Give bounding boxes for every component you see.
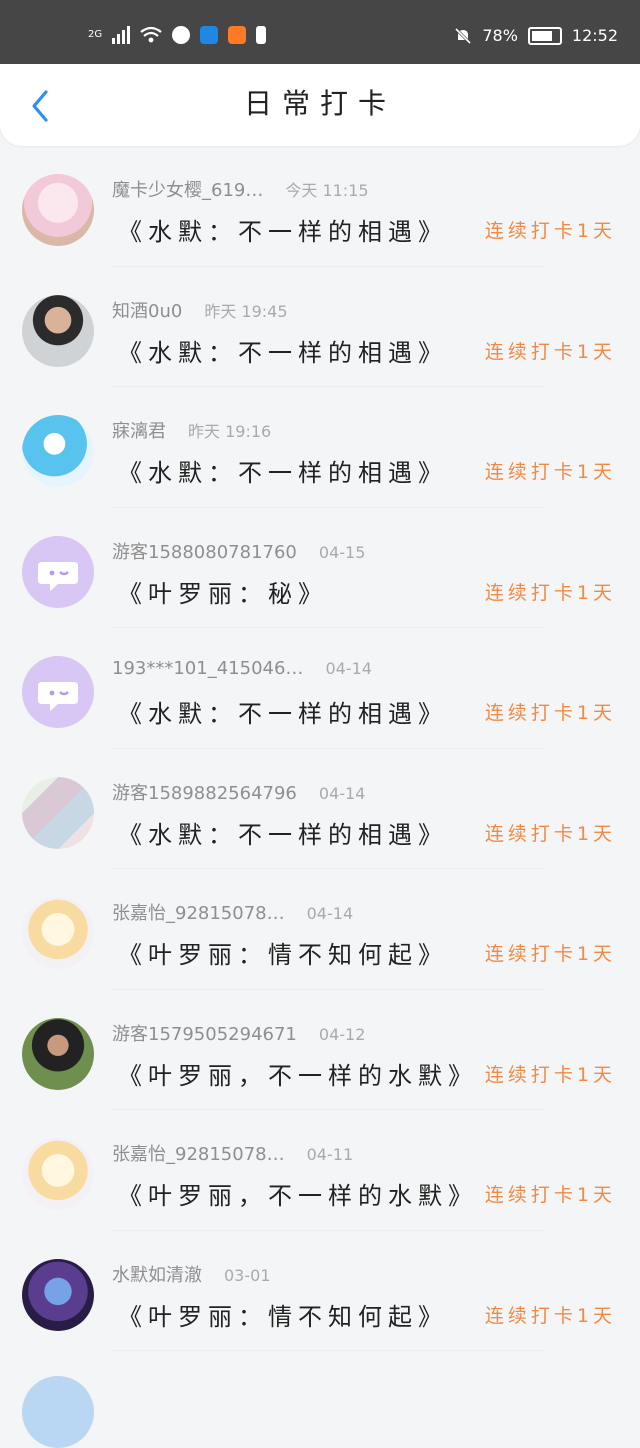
status-right: 78% 12:52 bbox=[454, 26, 618, 45]
header: 日常打卡 bbox=[0, 64, 640, 146]
entry-meta: 张嘉怡_92815078… 04-11 bbox=[112, 1140, 353, 1166]
checkin-list: 魔卡少女樱_619… 今天 11:15 《水默：不一样的相遇》 连续打卡1天 知酒0u0… bbox=[0, 146, 640, 1351]
checkin-time: 04-15 bbox=[318, 542, 366, 562]
list-item[interactable]: 游客1588080781760 04-15 《叶罗丽：秘》 连续打卡1天 bbox=[0, 508, 640, 629]
username[interactable]: 魔卡少女樱_619… bbox=[112, 180, 263, 201]
entry-meta: 魔卡少女樱_619… 今天 11:15 bbox=[112, 176, 369, 202]
network-label: 2G bbox=[88, 29, 103, 40]
avatar[interactable] bbox=[22, 294, 94, 367]
avatar[interactable] bbox=[22, 1017, 94, 1090]
username[interactable]: 水默如清澈 bbox=[112, 1265, 202, 1286]
list-item[interactable]: 游客1589882564796 04-14 《水默：不一样的相遇》 连续打卡1天 bbox=[0, 749, 640, 870]
list-item[interactable]: 魔卡少女樱_619… 今天 11:15 《水默：不一样的相遇》 连续打卡1天 bbox=[0, 146, 640, 267]
book-title[interactable]: 《叶罗丽：情不知何起》 bbox=[118, 1297, 448, 1332]
list-item[interactable]: 知酒0u0 昨天 19:45 《水默：不一样的相遇》 连续打卡1天 bbox=[0, 267, 640, 388]
entry-meta: 张嘉怡_92815078… 04-14 bbox=[112, 899, 353, 925]
username[interactable]: 张嘉怡_92815078… bbox=[112, 1144, 285, 1165]
list-item[interactable]: 张嘉怡_92815078… 04-14 《叶罗丽：情不知何起》 连续打卡1天 bbox=[0, 869, 640, 990]
book-title[interactable]: 《水默：不一样的相遇》 bbox=[118, 333, 448, 368]
checkin-time: 04-14 bbox=[306, 904, 354, 923]
list-item[interactable]: 193***101_415046… 04-14 《水默：不一样的相遇》 连续打卡1天 bbox=[0, 628, 640, 749]
list-item[interactable]: 水默如清澈 03-01 《叶罗丽：情不知何起》 连续打卡1天 bbox=[0, 1231, 640, 1352]
entry-meta: 寐漓君 昨天 19:16 bbox=[112, 417, 271, 443]
streak-badge: 连续打卡1天 bbox=[484, 1184, 616, 1206]
book-title[interactable]: 《叶罗丽：秘》 bbox=[118, 574, 328, 609]
book-title[interactable]: 《水默：不一样的相遇》 bbox=[118, 815, 448, 850]
streak-badge: 连续打卡1天 bbox=[484, 461, 616, 483]
book-title[interactable]: 《叶罗丽：情不知何起》 bbox=[118, 935, 448, 970]
chat-bubble-icon bbox=[38, 561, 78, 591]
username[interactable]: 游客1579505294671 bbox=[112, 1024, 297, 1045]
entry-meta: 游客1579505294671 04-12 bbox=[112, 1020, 365, 1046]
battery-percent: 78% bbox=[482, 26, 518, 45]
avatar[interactable] bbox=[22, 776, 94, 849]
checkin-time: 昨天 19:16 bbox=[188, 422, 272, 441]
avatar[interactable] bbox=[22, 174, 94, 246]
page-title: 日常打卡 bbox=[243, 87, 396, 120]
checkin-time: 04-14 bbox=[318, 783, 366, 803]
streak-badge: 连续打卡1天 bbox=[484, 220, 616, 242]
book-title[interactable]: 《水默：不一样的相遇》 bbox=[118, 212, 448, 247]
checkin-time: 03-01 bbox=[224, 1265, 271, 1285]
app-icon-bottle bbox=[256, 26, 267, 44]
streak-badge: 连续打卡1天 bbox=[484, 822, 616, 845]
clock: 12:52 bbox=[571, 26, 618, 45]
avatar[interactable] bbox=[22, 656, 94, 728]
username[interactable]: 知酒0u0 bbox=[112, 301, 182, 322]
checkin-time: 今天 11:15 bbox=[285, 181, 369, 200]
username[interactable]: 游客1589882564796 bbox=[112, 783, 297, 804]
book-title[interactable]: 《水默：不一样的相遇》 bbox=[118, 453, 448, 488]
entry-meta: 193***101_415046… 04-14 bbox=[112, 658, 372, 679]
book-title[interactable]: 《水默：不一样的相遇》 bbox=[118, 694, 448, 729]
streak-badge: 连续打卡1天 bbox=[484, 1304, 616, 1327]
book-title[interactable]: 《叶罗丽，不一样的水默》 bbox=[118, 1056, 478, 1091]
list-item[interactable]: 游客1579505294671 04-12 《叶罗丽，不一样的水默》 连续打卡1天 bbox=[0, 990, 640, 1111]
app-icon-orange bbox=[228, 26, 247, 44]
app-icon-blue bbox=[200, 26, 219, 44]
mute-bell-icon bbox=[455, 27, 472, 44]
book-title[interactable]: 《叶罗丽，不一样的水默》 bbox=[118, 1176, 478, 1211]
entry-meta: 游客1588080781760 04-15 bbox=[112, 538, 365, 564]
streak-badge: 连续打卡1天 bbox=[484, 340, 616, 363]
avatar[interactable] bbox=[22, 415, 94, 487]
status-bar: 2G 78% 12:52 bbox=[0, 0, 640, 64]
username[interactable]: 193***101_415046… bbox=[112, 658, 303, 679]
streak-badge: 连续打卡1天 bbox=[484, 702, 616, 724]
app-icon-ball bbox=[172, 26, 191, 44]
battery-icon bbox=[527, 26, 562, 45]
username[interactable]: 游客1588080781760 bbox=[112, 542, 297, 563]
entry-meta: 水默如清澈 03-01 bbox=[112, 1261, 271, 1287]
avatar[interactable] bbox=[22, 535, 94, 608]
next-row-peek bbox=[0, 1358, 640, 1448]
streak-badge: 连续打卡1天 bbox=[484, 943, 616, 965]
list-item[interactable]: 张嘉怡_92815078… 04-11 《叶罗丽，不一样的水默》 连续打卡1天 bbox=[0, 1110, 640, 1231]
avatar[interactable] bbox=[22, 1258, 94, 1331]
streak-badge: 连续打卡1天 bbox=[484, 581, 616, 604]
checkin-time: 昨天 19:45 bbox=[204, 301, 288, 321]
checkin-time: 04-11 bbox=[306, 1145, 354, 1164]
username[interactable]: 张嘉怡_92815078… bbox=[112, 903, 285, 924]
checkin-time: 04-12 bbox=[318, 1024, 366, 1044]
avatar[interactable] bbox=[22, 897, 94, 969]
signal-icon bbox=[112, 26, 131, 44]
streak-badge: 连续打卡1天 bbox=[484, 1063, 616, 1086]
entry-meta: 知酒0u0 昨天 19:45 bbox=[112, 297, 288, 323]
checkin-time: 04-14 bbox=[325, 659, 372, 678]
avatar[interactable] bbox=[22, 1138, 94, 1210]
list-item[interactable]: 寐漓君 昨天 19:16 《水默：不一样的相遇》 连续打卡1天 bbox=[0, 387, 640, 508]
wifi-icon bbox=[140, 26, 162, 43]
entry-meta: 游客1589882564796 04-14 bbox=[112, 779, 365, 805]
status-left: 2G bbox=[88, 26, 267, 44]
username[interactable]: 寐漓君 bbox=[112, 421, 166, 442]
chat-bubble-icon bbox=[38, 682, 78, 711]
